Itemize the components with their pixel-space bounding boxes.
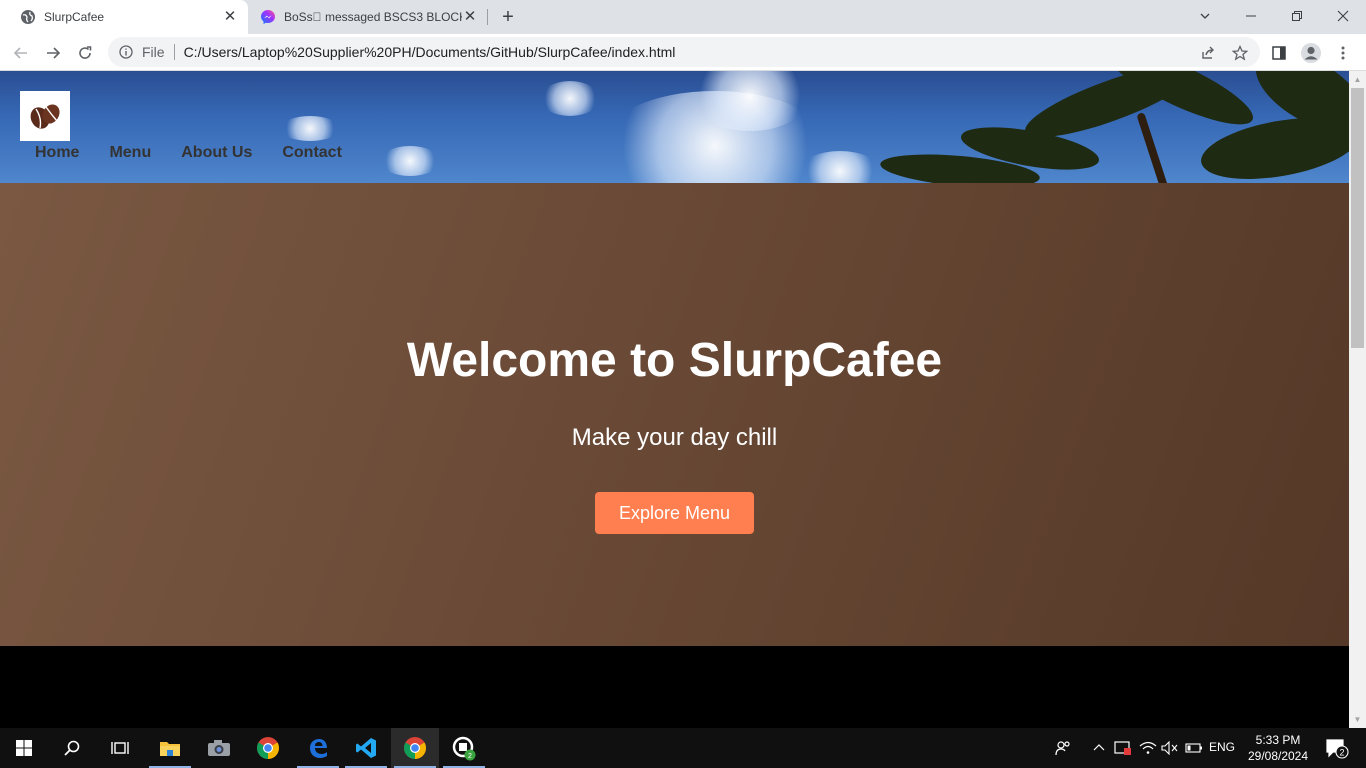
site-navigation: Home Menu About Us Contact xyxy=(35,144,372,162)
nav-link-contact[interactable]: Contact xyxy=(282,144,342,162)
camera-icon[interactable] xyxy=(195,728,243,768)
scroll-down-icon[interactable]: ▼ xyxy=(1352,714,1363,725)
tab-separator xyxy=(487,9,488,25)
close-tab-icon[interactable]: ✕ xyxy=(222,9,238,25)
clock-date: 29/08/2024 xyxy=(1247,749,1309,763)
reload-icon[interactable] xyxy=(73,41,97,65)
back-icon[interactable] xyxy=(9,41,33,65)
tab-title: BoSs  messaged BSCS3 BLOCK 3 xyxy=(284,10,462,24)
start-icon[interactable] xyxy=(0,728,48,768)
address-bar[interactable]: File C:/Users/Laptop%20Supplier%20PH/Doc… xyxy=(108,37,1260,67)
scroll-up-icon[interactable]: ▲ xyxy=(1352,74,1363,85)
cloud-decoration xyxy=(380,146,440,176)
omnibox-divider xyxy=(173,44,175,60)
notification-center-icon[interactable]: 2 xyxy=(1322,728,1352,768)
globe-icon xyxy=(20,9,36,25)
cloud-decoration xyxy=(540,81,600,116)
new-tab-icon[interactable]: + xyxy=(498,7,518,27)
task-view-icon[interactable] xyxy=(96,728,144,768)
close-window-icon[interactable] xyxy=(1323,4,1363,28)
tray-chevron-up-icon[interactable] xyxy=(1090,728,1108,768)
coffee-beans-icon xyxy=(30,104,60,129)
url-text[interactable]: C:/Users/Laptop%20Supplier%20PH/Document… xyxy=(184,44,676,60)
nav-link-menu[interactable]: Menu xyxy=(109,144,151,162)
nav-link-about-us[interactable]: About Us xyxy=(181,144,252,162)
clock-time: 5:33 PM xyxy=(1255,733,1301,747)
vscode-icon[interactable] xyxy=(342,728,390,768)
tab-messenger[interactable]: BoSs  messaged BSCS3 BLOCK 3 ✕ xyxy=(248,0,488,34)
meet-now-icon[interactable] xyxy=(1113,728,1133,768)
language-indicator[interactable]: ENG xyxy=(1209,740,1235,754)
search-icon[interactable] xyxy=(48,728,96,768)
chrome-icon[interactable] xyxy=(244,728,292,768)
profile-avatar-icon[interactable] xyxy=(1299,41,1323,65)
palm-tree-decoration xyxy=(1136,111,1172,183)
windows-taskbar: 2 ENG 5:33 PM 29/08/2024 2 xyxy=(0,728,1366,768)
hero-section: Welcome to SlurpCafee Make your day chil… xyxy=(0,183,1349,646)
wifi-icon[interactable] xyxy=(1138,728,1158,768)
people-icon[interactable] xyxy=(1052,728,1074,768)
hero-subtitle: Make your day chill xyxy=(571,424,778,451)
info-icon[interactable] xyxy=(118,44,134,60)
chrome-icon[interactable] xyxy=(391,728,439,768)
github-badge-count: 2 xyxy=(468,753,472,760)
scheme-label: File xyxy=(142,44,165,60)
cloud-decoration xyxy=(280,116,340,141)
scrollbar-thumb[interactable] xyxy=(1351,88,1364,348)
tab-search-chevron-icon[interactable] xyxy=(1185,4,1225,28)
edge-icon[interactable] xyxy=(294,728,342,768)
bookmark-star-icon[interactable] xyxy=(1228,41,1252,65)
tab-slurpcafee[interactable]: SlurpCafee ✕ xyxy=(0,0,248,34)
system-clock[interactable]: 5:33 PM 29/08/2024 xyxy=(1240,732,1316,764)
site-logo[interactable] xyxy=(20,91,70,141)
page-viewport: Home Menu About Us Contact Welcome to Sl… xyxy=(0,71,1349,728)
side-panel-icon[interactable] xyxy=(1267,41,1291,65)
notification-count: 2 xyxy=(1339,748,1344,758)
browser-toolbar: File C:/Users/Laptop%20Supplier%20PH/Doc… xyxy=(0,34,1366,71)
share-icon[interactable] xyxy=(1196,41,1220,65)
restore-icon[interactable] xyxy=(1277,4,1317,28)
messenger-icon xyxy=(260,9,276,25)
battery-icon[interactable] xyxy=(1184,728,1204,768)
close-tab-icon[interactable]: ✕ xyxy=(462,9,478,25)
minimize-icon[interactable] xyxy=(1231,4,1271,28)
file-explorer-icon[interactable] xyxy=(146,728,194,768)
next-section xyxy=(0,646,1349,728)
more-menu-icon[interactable] xyxy=(1331,41,1355,65)
nav-link-home[interactable]: Home xyxy=(35,144,79,162)
tab-title: SlurpCafee xyxy=(44,10,105,24)
github-desktop-icon[interactable]: 2 xyxy=(440,728,488,768)
volume-muted-icon[interactable] xyxy=(1160,728,1180,768)
cloud-decoration xyxy=(800,151,880,183)
explore-menu-button[interactable]: Explore Menu xyxy=(595,492,754,534)
forward-icon[interactable] xyxy=(41,41,65,65)
site-header: Home Menu About Us Contact xyxy=(0,71,1349,183)
hero-title: Welcome to SlurpCafee xyxy=(406,334,943,387)
browser-tab-strip: SlurpCafee ✕ BoSs  messaged BSCS3 BLOCK … xyxy=(0,0,1366,34)
